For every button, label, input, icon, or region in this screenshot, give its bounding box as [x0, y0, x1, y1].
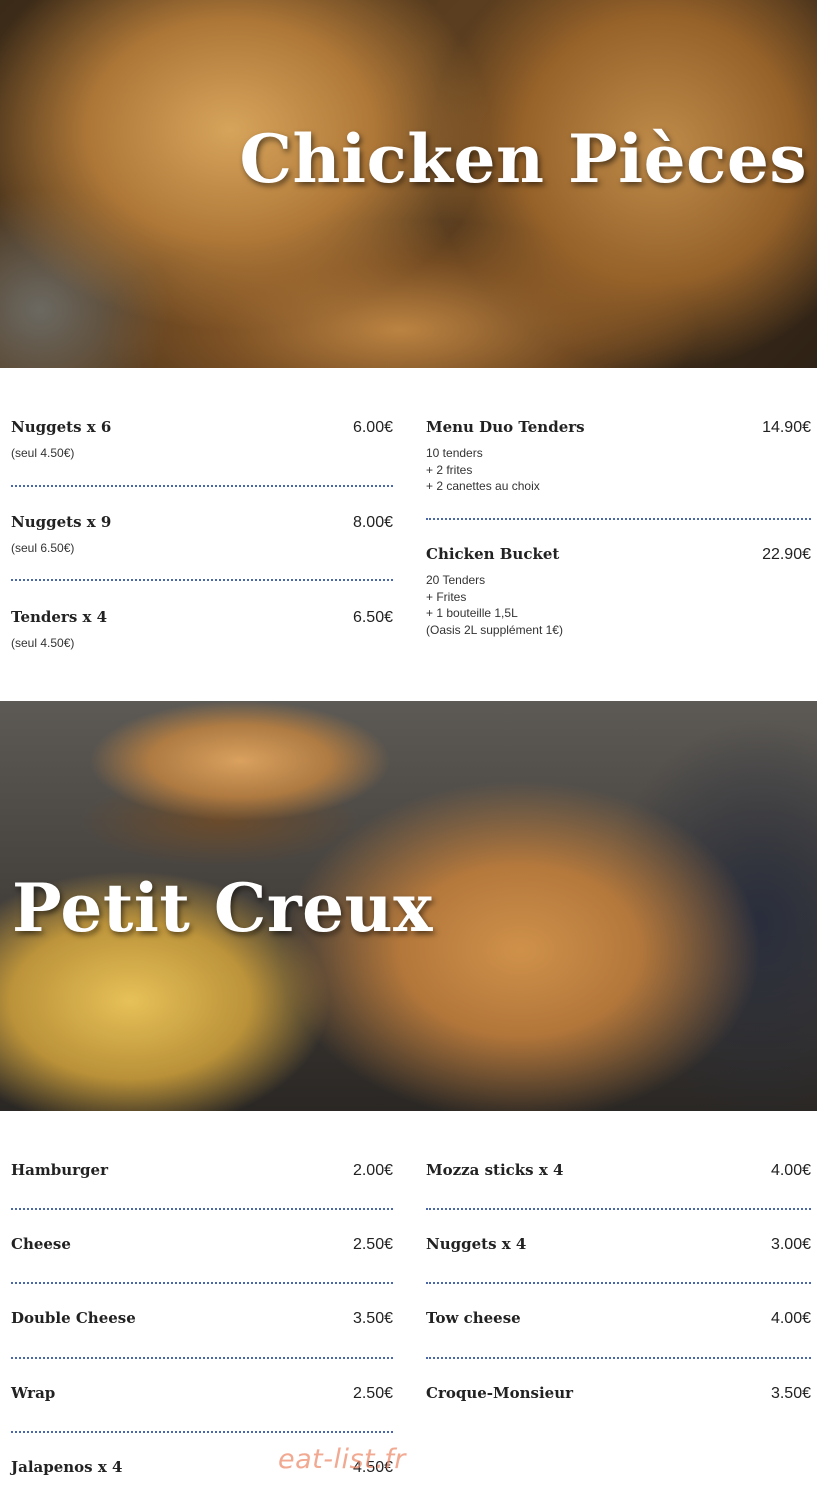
menu-petit-creux: Hamburger 2.00€ Cheese 2.50€ Double Chee…	[0, 1111, 817, 1500]
item-name: Menu Duo Tenders	[426, 418, 585, 436]
item-price: 6.00€	[352, 419, 393, 436]
menu-item: Menu Duo Tenders 14.90€ 10 tenders + 2 f…	[426, 418, 811, 495]
hero-chicken-pieces: Chicken Pièces	[0, 0, 817, 368]
divider	[426, 1208, 811, 1210]
menu-item: Double Cheese 3.50€	[11, 1309, 393, 1328]
divider	[11, 485, 393, 487]
menu-item: Cheese 2.50€	[11, 1235, 393, 1254]
menu-item: Chicken Bucket 22.90€ 20 Tenders + Frite…	[426, 545, 811, 638]
item-name: Chicken Bucket	[426, 545, 560, 563]
item-desc: (seul 4.50€)	[11, 446, 75, 460]
hero-petit-creux: Petit Creux	[0, 701, 817, 1111]
item-name: Jalapenos x 4	[11, 1458, 123, 1476]
divider	[11, 1431, 393, 1433]
item-price: 22.90€	[762, 546, 811, 563]
item-price: 2.50€	[352, 1236, 393, 1253]
item-price: 2.50€	[352, 1385, 393, 1402]
divider	[11, 1208, 393, 1210]
item-name: Tow cheese	[426, 1309, 521, 1327]
item-name: Nuggets x 4	[426, 1235, 527, 1253]
menu-item: Hamburger 2.00€	[11, 1161, 393, 1180]
menu-item: Croque-Monsieur 3.50€	[426, 1384, 811, 1403]
divider	[11, 579, 393, 581]
item-price: 3.50€	[770, 1385, 811, 1402]
divider	[11, 1282, 393, 1284]
item-desc: 20 Tenders + Frites + 1 bouteille 1,5L (…	[426, 573, 563, 637]
item-name: Nuggets x 9	[11, 513, 112, 531]
item-price: 8.00€	[352, 514, 393, 531]
item-price: 3.50€	[352, 1310, 393, 1327]
section-title: Chicken Pièces	[239, 120, 807, 198]
menu-item: Nuggets x 9 8.00€ (seul 6.50€)	[11, 513, 393, 557]
menu-chicken-pieces: Nuggets x 6 6.00€ (seul 4.50€) Nuggets x…	[0, 368, 817, 701]
item-price: 4.00€	[770, 1310, 811, 1327]
item-name: Cheese	[11, 1235, 71, 1253]
item-name: Nuggets x 6	[11, 418, 112, 436]
item-desc: (seul 6.50€)	[11, 541, 75, 555]
item-name: Wrap	[11, 1384, 56, 1402]
item-name: Tenders x 4	[11, 608, 108, 626]
menu-item: Tow cheese 4.00€	[426, 1309, 811, 1328]
item-price: 3.00€	[770, 1236, 811, 1253]
item-price: 14.90€	[762, 419, 811, 436]
item-name: Hamburger	[11, 1161, 108, 1179]
divider	[426, 1357, 811, 1359]
menu-item: Tenders x 4 6.50€ (seul 4.50€)	[11, 608, 393, 652]
item-price: 4.00€	[770, 1162, 811, 1179]
item-name: Double Cheese	[11, 1309, 136, 1327]
menu-item: Nuggets x 4 3.00€	[426, 1235, 811, 1254]
menu-item: Wrap 2.50€	[11, 1384, 393, 1403]
item-name: Mozza sticks x 4	[426, 1161, 564, 1179]
divider	[11, 1357, 393, 1359]
menu-item: Nuggets x 6 6.00€ (seul 4.50€)	[11, 418, 393, 462]
menu-item: Mozza sticks x 4 4.00€	[426, 1161, 811, 1180]
item-name: Croque-Monsieur	[426, 1384, 574, 1402]
item-price: 2.00€	[352, 1162, 393, 1179]
watermark-logo: eat-list.fr	[278, 1444, 406, 1475]
section-title: Petit Creux	[12, 869, 433, 947]
item-price: 6.50€	[352, 609, 393, 626]
item-desc: 10 tenders + 2 frites + 2 canettes au ch…	[426, 446, 540, 493]
divider	[426, 1282, 811, 1284]
divider	[426, 518, 811, 520]
item-desc: (seul 4.50€)	[11, 636, 75, 650]
